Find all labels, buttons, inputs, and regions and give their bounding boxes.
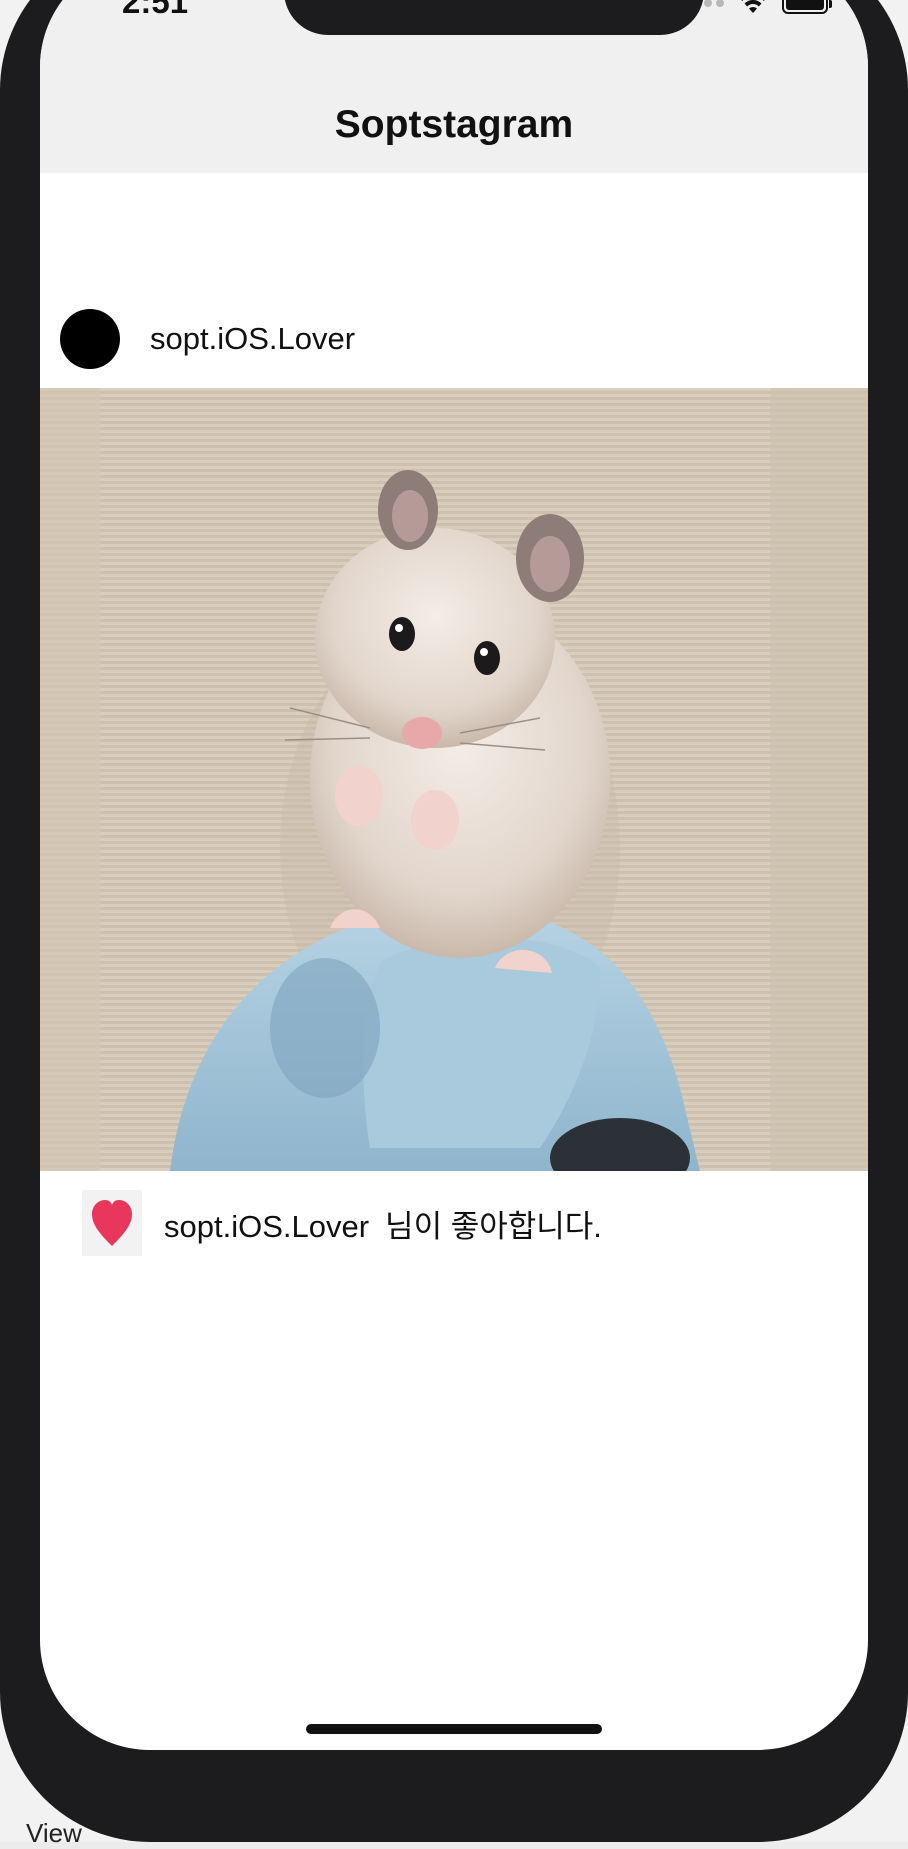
phone-screen: 2:51 Soptstagram sopt.iOS.Lover sopt.iOS… [40,0,868,1750]
likes-suffix: 님이 좋아합니다. [385,1208,602,1244]
post-header: sopt.iOS.Lover [40,293,868,385]
like-button[interactable] [82,1190,142,1256]
likes-text: sopt.iOS.Lover 님이 좋아합니다. [164,1201,602,1246]
post-photo[interactable] [40,388,868,1171]
status-time: 2:51 [122,0,189,20]
likes-row: sopt.iOS.Lover 님이 좋아합니다. [40,1188,868,1258]
page-title: Soptstagram [334,103,574,146]
heart-icon [92,1200,132,1246]
liked-by-user[interactable]: sopt.iOS.Lover [164,1209,369,1244]
home-indicator[interactable] [306,1724,602,1734]
wifi-icon [741,0,765,13]
battery-icon [782,0,832,14]
avatar[interactable] [60,309,120,369]
background-label: View [26,1818,82,1848]
post-author[interactable]: sopt.iOS.Lover [150,321,355,357]
phone-frame: 2:51 Soptstagram sopt.iOS.Lover sopt.iOS… [0,0,908,1842]
notch [284,0,704,35]
hamster-photo-illustration [40,388,868,1171]
